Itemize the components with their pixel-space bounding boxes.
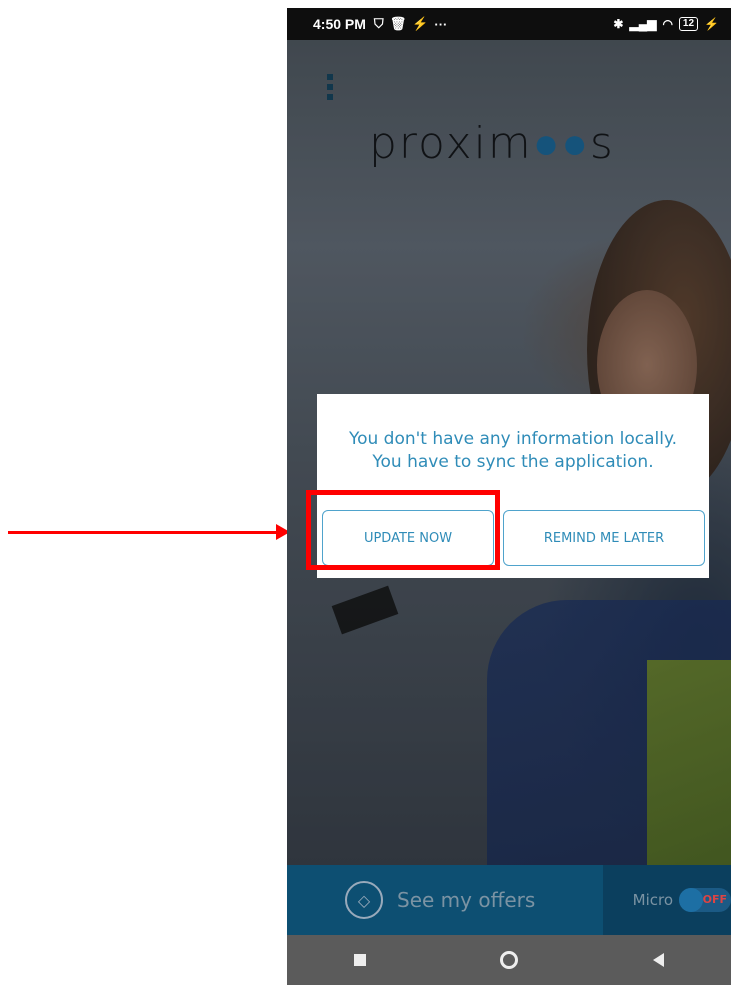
wifi-icon: ◠ xyxy=(662,17,673,31)
back-button[interactable] xyxy=(652,953,664,967)
micro-section: Micro OFF xyxy=(602,865,731,935)
phone-screen: 4:50 PM ⛉ 🗑 ⚡ ··· ✱ ▂▄▆ ◠ 12 ⚡ proxim●●s… xyxy=(287,8,731,985)
micro-toggle[interactable]: OFF xyxy=(679,888,731,912)
home-button[interactable] xyxy=(500,951,519,969)
annotation-arrow xyxy=(8,531,280,534)
toggle-knob xyxy=(679,888,703,912)
trash-icon: 🗑 xyxy=(389,16,407,31)
bluetooth-icon: ✱ xyxy=(613,17,624,31)
status-time: 4:50 PM xyxy=(313,16,366,32)
status-system-icons: ✱ ▂▄▆ ◠ 12 ⚡ xyxy=(613,17,719,31)
dialog-message: You don't have any information locally. … xyxy=(348,429,678,472)
system-nav-bar xyxy=(287,935,731,985)
lightning-icon: ⚡ xyxy=(412,16,429,31)
toggle-state-label: OFF xyxy=(702,893,727,906)
signal-icon: ▂▄▆ xyxy=(629,17,657,31)
charging-icon: ⚡ xyxy=(704,17,719,31)
shield-icon: ⛉ xyxy=(373,16,384,31)
battery-icon: 12 xyxy=(678,17,699,31)
recent-apps-button[interactable] xyxy=(354,954,367,966)
status-notification-icons: ⛉ 🗑 ⚡ ··· xyxy=(374,16,447,32)
update-now-button[interactable]: UPDATE NOW xyxy=(322,510,494,566)
remind-me-later-button[interactable]: REMIND ME LATER xyxy=(503,510,705,566)
sync-dialog: You don't have any information locally. … xyxy=(317,394,709,578)
tag-icon: ◇ xyxy=(345,881,383,919)
offers-label: See my offers xyxy=(397,888,536,912)
micro-label: Micro xyxy=(632,891,673,909)
status-bar: 4:50 PM ⛉ 🗑 ⚡ ··· ✱ ▂▄▆ ◠ 12 ⚡ xyxy=(287,8,731,40)
more-icon: ··· xyxy=(434,16,448,32)
bottom-action-bar: ◇ See my offers Micro OFF xyxy=(287,865,731,935)
see-my-offers-button[interactable]: ◇ See my offers xyxy=(287,865,603,935)
